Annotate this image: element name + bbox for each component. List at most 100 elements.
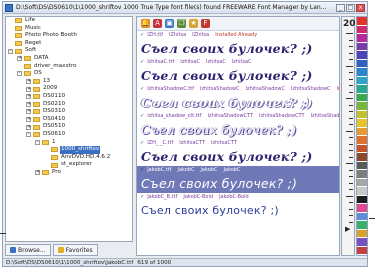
expand-icon[interactable]: + xyxy=(26,86,31,92)
folder-tree[interactable]: Life Music Photo Photo Booth Reget - Soft + DAT… xyxy=(5,16,133,242)
tree-item[interactable]: + DS0510 xyxy=(6,123,132,131)
tree-item[interactable]: -1 xyxy=(6,139,132,147)
color-swatch[interactable] xyxy=(357,76,367,85)
font-name: IzhitsaShadowC xyxy=(245,86,286,92)
color-swatch[interactable] xyxy=(357,212,367,221)
font-entry[interactable]: ✓ IzhitsaShadowC.ttf IzhitsaShadowC Izhitsa… xyxy=(137,85,339,112)
color-swatch[interactable] xyxy=(357,127,367,136)
collapse-icon[interactable]: - xyxy=(26,132,31,138)
collapse-icon[interactable]: - xyxy=(17,71,22,77)
ruler-tick xyxy=(346,65,353,67)
color-swatch[interactable] xyxy=(357,25,367,34)
font-entry[interactable]: ✓ izhitsa_shadow_ctt.ttf IzhitsaShadowCTT I… xyxy=(137,112,339,139)
color-swatch[interactable] xyxy=(357,110,367,119)
color-swatch[interactable] xyxy=(357,195,367,204)
expand-icon[interactable]: + xyxy=(26,124,31,130)
color-swatch[interactable] xyxy=(357,102,367,111)
tree-item[interactable]: Life xyxy=(6,17,132,25)
tree-item[interactable]: + DS0210 xyxy=(6,101,132,109)
color-swatch[interactable] xyxy=(357,187,367,196)
size-ruler[interactable]: 20 ▶ xyxy=(341,16,356,256)
checkmark-icon[interactable]: ✓ xyxy=(140,86,144,92)
checkmark-icon[interactable]: ✓ xyxy=(140,113,144,119)
color-swatch[interactable] xyxy=(357,153,367,162)
expand-icon[interactable]: + xyxy=(26,109,31,115)
tree-item[interactable]: st_explorer xyxy=(6,161,132,169)
color-swatch[interactable] xyxy=(357,136,367,145)
color-swatch[interactable] xyxy=(357,246,367,255)
checkmark-icon[interactable]: ✓ xyxy=(140,167,144,173)
tab-browse[interactable]: Browse... xyxy=(5,244,51,256)
color-swatch[interactable] xyxy=(357,42,367,51)
font-filename: IZH_ _C.ttf xyxy=(147,140,174,146)
checkmark-icon[interactable]: ✓ xyxy=(140,32,144,38)
color-swatch[interactable] xyxy=(357,238,367,247)
color-swatch[interactable] xyxy=(357,68,367,77)
color-swatch[interactable] xyxy=(357,204,367,213)
font-entry[interactable]: ✓ IzhitsaC.ttf IzhitsaC IzhitsaC IzhitsaC Съе… xyxy=(137,58,339,85)
font-entry[interactable]: ✓ JakobC.ttf JakobC JakobC JakobC Съел своих … xyxy=(137,166,339,193)
tree-item[interactable]: + DS0110 xyxy=(6,93,132,101)
maximize-button[interactable]: □ xyxy=(346,3,355,12)
color-swatch[interactable] xyxy=(357,93,367,102)
expand-icon[interactable]: + xyxy=(26,79,31,85)
expand-icon[interactable]: + xyxy=(35,170,40,176)
tree-item[interactable]: - DS xyxy=(6,70,132,78)
tree-item[interactable]: + DS0410 xyxy=(6,116,132,124)
expand-icon[interactable]: + xyxy=(26,117,31,123)
collapse-icon[interactable]: - xyxy=(8,48,13,54)
font-icon[interactable]: F xyxy=(201,19,210,28)
minimize-button[interactable]: _ xyxy=(336,3,345,12)
expand-icon[interactable]: + xyxy=(26,101,31,107)
color-swatch[interactable] xyxy=(357,170,367,179)
font-meta: ✓ IZH_ _C.ttf IzhitsaCTT IzhitsaCTT xyxy=(137,139,339,147)
font-entry[interactable]: ✓ JakobC_B.ttf JakobC-Bold JakobC-Bold Съел … xyxy=(137,193,339,220)
tree-item[interactable]: - Soft xyxy=(6,47,132,55)
tree-item[interactable]: +13 xyxy=(6,78,132,86)
tree-item[interactable]: + Pro xyxy=(6,169,132,177)
tree-item[interactable]: Reget xyxy=(6,40,132,48)
tree-item[interactable]: driver_maxxtro xyxy=(6,63,132,71)
font-list[interactable]: ✓ IZH.ttf IZhitsa IZhitsa Installed Already С… xyxy=(137,31,339,220)
checkmark-icon[interactable]: ✓ xyxy=(140,194,144,200)
a-icon[interactable]: A xyxy=(153,19,162,28)
color-swatch[interactable] xyxy=(357,51,367,60)
color-swatch[interactable] xyxy=(357,161,367,170)
copy-icon[interactable]: ❐ xyxy=(177,19,186,28)
tree-item-label: Reget xyxy=(25,39,42,46)
color-swatch[interactable] xyxy=(357,221,367,230)
collapse-icon[interactable]: - xyxy=(35,139,40,145)
expand-icon[interactable]: + xyxy=(17,56,22,62)
color-swatch[interactable] xyxy=(357,144,367,153)
checkmark-icon[interactable]: ✓ xyxy=(140,140,144,146)
tab-favorites[interactable]: Favorites xyxy=(52,244,98,256)
tree-item[interactable]: + DS0310 xyxy=(6,108,132,116)
star-icon[interactable]: ★ xyxy=(189,19,198,28)
color-palette[interactable] xyxy=(356,16,367,256)
color-swatch[interactable] xyxy=(357,119,367,128)
close-button[interactable]: x xyxy=(356,3,365,12)
color-swatch[interactable] xyxy=(357,85,367,94)
font-entry[interactable]: ✓ IZH_ _C.ttf IzhitsaCTT IzhitsaCTT Съел сво… xyxy=(137,139,339,166)
font-entry[interactable]: ✓ IZH.ttf IZhitsa IZhitsa Installed Already С… xyxy=(137,31,339,58)
font-preview-pane[interactable]: 🔔 A ▣ ❐ ★ F ✓ IZH.ttf IZhitsa IZhitsa Installed A… xyxy=(136,16,340,256)
color-swatch[interactable] xyxy=(357,229,367,238)
color-swatch[interactable] xyxy=(357,178,367,187)
tree-item[interactable]: Photo Photo Booth xyxy=(6,32,132,40)
expand-icon[interactable]: + xyxy=(26,94,31,100)
tree-item[interactable]: Music xyxy=(6,25,132,33)
tree-item[interactable]: AnvDVD.HD.4.6.2 xyxy=(6,154,132,162)
size-slider-arrow-icon[interactable]: ▶ xyxy=(345,225,350,233)
color-swatch[interactable] xyxy=(357,17,367,26)
folder-icon[interactable]: ▣ xyxy=(165,19,174,28)
color-swatch[interactable] xyxy=(357,59,367,68)
tree-item[interactable]: + DATA xyxy=(6,55,132,63)
bell-icon[interactable]: 🔔 xyxy=(141,19,150,28)
font-sample-text: Съел своих булочек? ;) xyxy=(141,95,313,110)
tree-item[interactable]: 1000_shriftov xyxy=(6,146,132,154)
tree-item[interactable]: +2009 xyxy=(6,85,132,93)
color-swatch[interactable] xyxy=(357,34,367,43)
checkmark-icon[interactable]: ✓ xyxy=(140,59,144,65)
tree-item[interactable]: - DS0610 xyxy=(6,131,132,139)
